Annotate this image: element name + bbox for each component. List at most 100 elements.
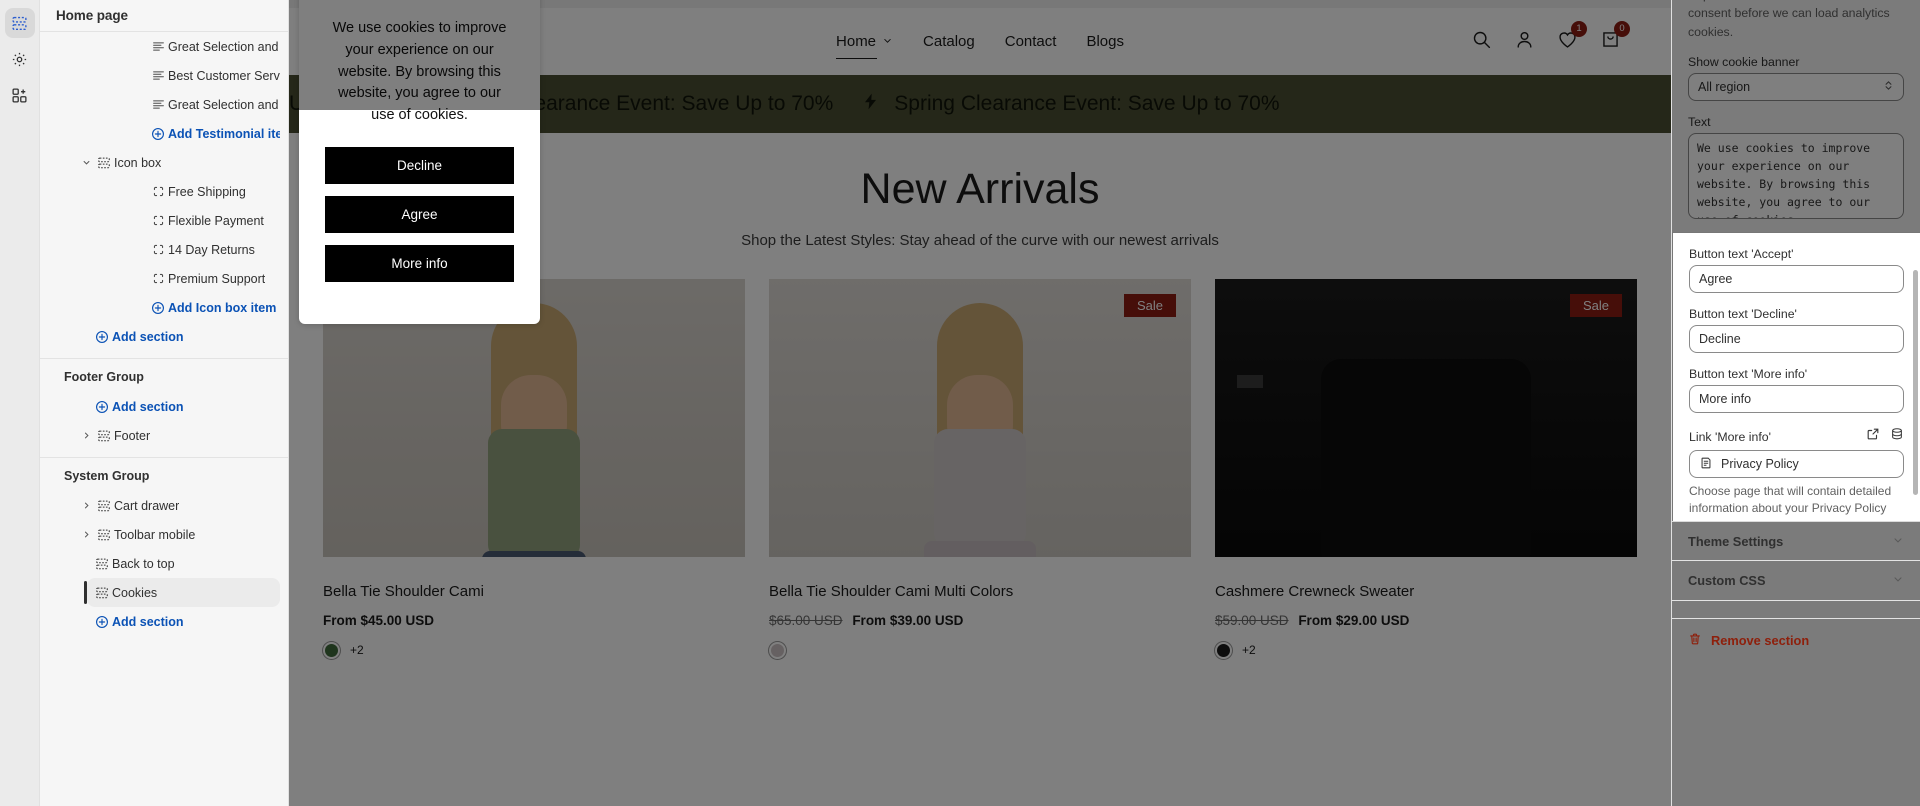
chevron-down-icon (1892, 534, 1904, 549)
sidebar-item-cookies[interactable]: Cookies (84, 578, 280, 607)
block-icon (148, 243, 168, 256)
add-section-label: Add section (112, 399, 184, 414)
sections-icon (11, 15, 28, 32)
sidebar-item-label: Free Shipping (168, 184, 246, 199)
add-icon-box-item-label: Add Icon box item (168, 300, 277, 315)
more-info-link-help: Choose page that will contain detailed i… (1689, 484, 1892, 516)
decline-button[interactable]: Decline (325, 146, 514, 184)
sidebar-item-testimonial-1[interactable]: Great Selection and Quality (40, 32, 288, 61)
settings-popover[interactable]: Button text 'Accept' Agree Button text '… (1673, 233, 1920, 521)
cookie-text-textarea[interactable]: We use cookies to improve your experienc… (1688, 133, 1904, 220)
more-info-link-header: Link 'More info' (1689, 427, 1904, 446)
more-info-link-actions (1866, 427, 1904, 446)
database-icon[interactable] (1890, 427, 1904, 446)
decline-button-value: Decline (1699, 332, 1741, 346)
chevron-right-icon[interactable] (78, 500, 94, 511)
group-title-system: System Group (64, 469, 150, 483)
add-section-button-header[interactable]: Add section (40, 322, 288, 351)
sidebar-header: Home page (40, 0, 288, 32)
sidebar-item-label: Toolbar mobile (114, 527, 196, 542)
chevron-right-icon[interactable] (78, 529, 94, 540)
add-section-button-system[interactable]: Add section (40, 607, 288, 636)
add-section-label: Add section (112, 329, 184, 344)
sections-sidebar: Home page Great Selection and Quality Be… (40, 0, 289, 806)
accordion-custom-css[interactable]: Custom CSS (1672, 561, 1920, 601)
left-rail (0, 0, 40, 806)
plus-circle-icon (148, 127, 168, 141)
sidebar-item-testimonial-2[interactable]: Best Customer Service (40, 61, 288, 90)
block-icon (148, 185, 168, 198)
settings-scroll: required to ask customers for their cons… (1672, 0, 1920, 220)
show-banner-value: All region (1698, 80, 1751, 95)
chevron-down-icon (1892, 573, 1904, 588)
add-testimonial-item-button[interactable]: Add Testimonial item (40, 119, 288, 148)
section-icon (94, 528, 114, 542)
sidebar-item-toolbar-mobile[interactable]: Toolbar mobile (40, 520, 288, 549)
more-info-link-label: Link 'More info' (1689, 429, 1771, 444)
settings-scrollbar[interactable] (1913, 270, 1918, 495)
more-info-button[interactable]: More info (325, 244, 514, 282)
agree-button[interactable]: Agree (325, 195, 514, 233)
add-testimonial-item-label: Add Testimonial item (168, 126, 280, 141)
sidebar-item-cart-drawer[interactable]: Cart drawer (40, 491, 288, 520)
cookie-banner-text: We use cookies to improve your experienc… (332, 20, 507, 123)
add-section-label: Add section (112, 614, 184, 629)
plus-circle-icon (92, 330, 112, 344)
more-info-link-value: Privacy Policy (1721, 457, 1799, 471)
sidebar-item-label: Great Selection and Quality (168, 39, 280, 54)
divider (40, 457, 288, 458)
section-icon (92, 586, 112, 600)
sidebar-item-label: Cookies (112, 585, 158, 600)
remove-section-button[interactable]: Remove section (1672, 618, 1920, 649)
show-banner-select[interactable]: All region (1688, 73, 1904, 102)
add-section-button-footer[interactable]: Add section (40, 392, 288, 421)
remove-section-label: Remove section (1711, 633, 1810, 648)
sidebar-item-back-to-top[interactable]: Back to top (40, 549, 288, 578)
section-icon (94, 156, 114, 170)
apps-icon (11, 87, 28, 104)
sidebar-item-icon-box[interactable]: Icon box (40, 148, 288, 177)
section-settings-panel[interactable]: required to ask customers for their cons… (1671, 0, 1920, 806)
sidebar-item-free-shipping[interactable]: Free Shipping (40, 177, 288, 206)
decline-button-input[interactable]: Decline (1689, 325, 1904, 353)
cookie-consent-banner[interactable]: We use cookies to improve your experienc… (299, 0, 540, 324)
more-info-button-input[interactable]: More info (1689, 385, 1904, 413)
settings-bottom-group: Theme Settings Custom CSS Remove section (1672, 521, 1920, 649)
accept-button-input[interactable]: Agree (1689, 265, 1904, 293)
rail-item-sections[interactable] (4, 8, 35, 38)
text-field-label: Text (1688, 115, 1711, 130)
sidebar-item-label: Icon box (114, 155, 162, 170)
add-icon-box-item-button[interactable]: Add Icon box item (40, 293, 288, 322)
plus-circle-icon (148, 301, 168, 315)
more-info-button-label: Button text 'More info' (1689, 367, 1808, 381)
text-lines-icon (148, 40, 168, 53)
group-title-footer: Footer Group (64, 370, 144, 384)
sidebar-item-testimonial-3[interactable]: Great Selection and Quality (40, 90, 288, 119)
section-icon (92, 557, 112, 571)
accept-button-value: Agree (1699, 272, 1733, 286)
accordion-label: Custom CSS (1688, 573, 1766, 588)
sidebar-item-label: Flexible Payment (168, 213, 264, 228)
sidebar-tree[interactable]: Great Selection and Quality Best Custome… (40, 32, 288, 806)
more-info-link-input[interactable]: Privacy Policy (1689, 450, 1904, 478)
accordion-label: Theme Settings (1688, 533, 1784, 549)
plus-circle-icon (92, 400, 112, 414)
rail-item-apps[interactable] (5, 80, 35, 110)
section-icon (94, 499, 114, 513)
sidebar-item-footer[interactable]: Footer (40, 421, 288, 450)
decline-button-label: Button text 'Decline' (1689, 307, 1797, 321)
more-info-button-value: More info (1699, 392, 1752, 406)
sidebar-item-label: Premium Support (168, 271, 266, 286)
sidebar-item-14-day-returns[interactable]: 14 Day Returns (40, 235, 288, 264)
external-link-icon[interactable] (1866, 427, 1880, 446)
rail-item-settings[interactable] (5, 44, 35, 74)
cookie-help-text: required to ask customers for their cons… (1688, 0, 1890, 39)
text-lines-icon (148, 98, 168, 111)
sidebar-item-premium-support[interactable]: Premium Support (40, 264, 288, 293)
chevron-down-icon[interactable] (78, 157, 94, 168)
sidebar-item-label: Great Selection and Quality (168, 97, 280, 112)
block-icon (148, 214, 168, 227)
accordion-theme-settings[interactable]: Theme Settings (1672, 521, 1920, 561)
sidebar-item-flexible-payment[interactable]: Flexible Payment (40, 206, 288, 235)
chevron-right-icon[interactable] (78, 430, 94, 441)
